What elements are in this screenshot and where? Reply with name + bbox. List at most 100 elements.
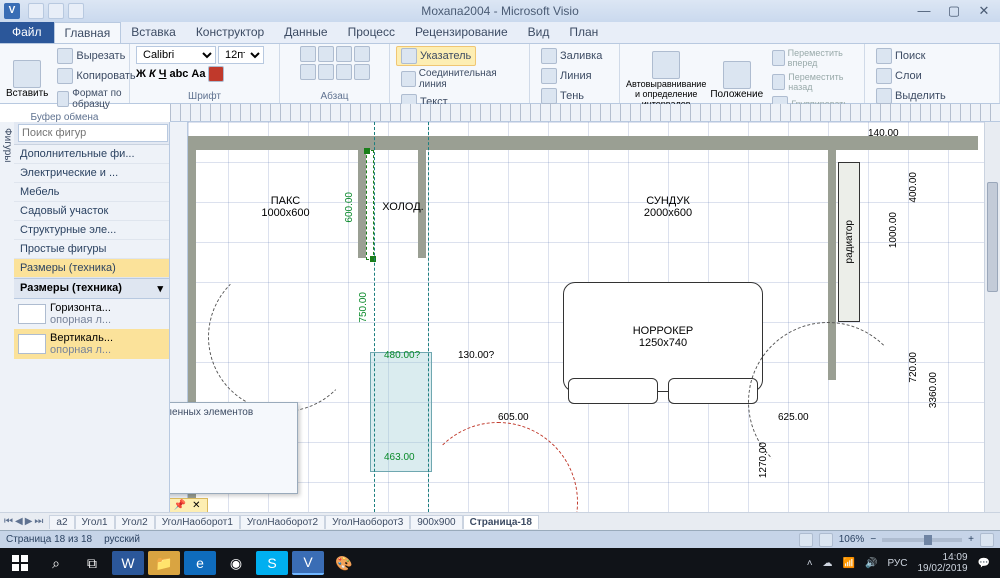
send-back-button[interactable]: Переместить назад [767, 70, 858, 94]
taskbar-visio-icon[interactable]: V [292, 551, 324, 575]
language-indicator[interactable]: русский [104, 534, 140, 545]
drawing-canvas[interactable]: ПАКС1000x600 ХОЛОД. СУНДУК2000x600 НОРРО… [188, 122, 984, 512]
stencil-category[interactable]: Электрические и ... [14, 164, 169, 183]
tray-language[interactable]: РУС [887, 558, 907, 569]
valign-mid-icon[interactable] [318, 64, 334, 80]
zoom-value[interactable]: 106% [839, 534, 865, 545]
align-center-icon[interactable] [318, 46, 334, 62]
furniture-chair-1[interactable] [568, 378, 658, 404]
font-size-select[interactable]: 12пт [218, 46, 264, 64]
valign-bot-icon[interactable] [336, 64, 352, 80]
chevron-down-icon[interactable]: ▾ [157, 282, 163, 295]
pointer-tool-button[interactable]: Указатель [396, 46, 476, 66]
taskbar-paint-icon[interactable]: 🎨 [328, 551, 360, 575]
furniture-radiator[interactable]: радиатор [838, 162, 860, 322]
paste-button[interactable]: Вставить [6, 88, 48, 99]
fill-button[interactable]: Заливка [536, 46, 607, 66]
fit-page-icon[interactable] [980, 533, 994, 547]
file-tab[interactable]: Файл [0, 22, 54, 43]
scrollbar-thumb[interactable] [987, 182, 998, 292]
align-right-icon[interactable] [336, 46, 352, 62]
view-fullscreen-icon[interactable] [819, 533, 833, 547]
tray-onedrive-icon[interactable]: ☁ [823, 558, 833, 569]
line-button[interactable]: Линия [536, 66, 597, 86]
valign-top-icon[interactable] [300, 64, 316, 80]
zoom-slider[interactable] [882, 538, 962, 542]
tray-network-icon[interactable]: 📶 [843, 558, 855, 569]
sheet-tab[interactable]: 900x900 [410, 515, 462, 529]
bring-front-button[interactable]: Переместить вперед [767, 46, 858, 70]
task-view-icon[interactable]: ⧉ [76, 551, 108, 575]
find-button[interactable]: Поиск [871, 46, 930, 66]
tab-view[interactable]: Вид [518, 22, 560, 43]
rotate-text-icon[interactable] [354, 64, 370, 80]
pin-icon[interactable]: 📌 [174, 500, 186, 511]
bold-button[interactable]: Ж [136, 68, 146, 80]
tab-insert[interactable]: Вставка [121, 22, 186, 43]
tab-plan[interactable]: План [559, 22, 608, 43]
position-button[interactable]: Положение [710, 89, 763, 100]
taskbar-chrome-icon[interactable]: ◉ [220, 551, 252, 575]
stencil-category[interactable]: Структурные эле... [14, 221, 169, 240]
undo-icon[interactable] [48, 3, 64, 19]
sheet-tab[interactable]: a2 [49, 515, 74, 529]
sheet-tab[interactable]: Угол2 [115, 515, 155, 529]
tab-review[interactable]: Рецензирование [405, 22, 518, 43]
tab-process[interactable]: Процесс [338, 22, 405, 43]
size-position-window[interactable]: Нет выделенных элементов [170, 402, 298, 494]
furniture-chair-2[interactable] [668, 378, 758, 404]
stencil-category[interactable]: Садовый участок [14, 202, 169, 221]
align-left-icon[interactable] [300, 46, 316, 62]
stencil-item[interactable]: Горизонта...опорная л... [14, 299, 169, 329]
tab-data[interactable]: Данные [274, 22, 337, 43]
tray-chevron-up-icon[interactable]: ˄ [807, 558, 813, 569]
font-name-select[interactable]: Calibri [136, 46, 216, 64]
close-float-icon[interactable]: ✕ [192, 500, 200, 511]
tray-volume-icon[interactable]: 🔊 [865, 558, 877, 569]
format-painter-button[interactable]: Формат по образцу [52, 86, 140, 112]
taskbar-edge-icon[interactable]: e [184, 551, 216, 575]
stencil-category[interactable]: Простые фигуры [14, 240, 169, 259]
sheet-tab[interactable]: УголНаоборот1 [155, 515, 240, 529]
sheet-tab[interactable]: Угол1 [75, 515, 115, 529]
zoom-in-button[interactable]: + [968, 534, 974, 545]
furniture-norroker[interactable]: НОРРОКЕР1250x740 [563, 282, 763, 392]
font-color-icon[interactable] [208, 66, 224, 82]
stencil-category[interactable]: Дополнительные фи... [14, 145, 169, 164]
sheet-nav-first[interactable]: ⏮ [4, 516, 13, 527]
room-paks[interactable]: ПАКС1000x600 [218, 162, 353, 252]
underline-button[interactable]: Ч [159, 68, 167, 80]
copy-button[interactable]: Копировать [52, 66, 140, 86]
view-normal-icon[interactable] [799, 533, 813, 547]
redo-icon[interactable] [68, 3, 84, 19]
stencil-item-selected[interactable]: Вертикаль...опорная л... [14, 329, 169, 359]
close-button[interactable]: ✕ [972, 3, 996, 19]
taskbar-skype-icon[interactable]: S [256, 551, 288, 575]
shape-search-input[interactable] [18, 124, 168, 142]
italic-button[interactable]: К [149, 68, 156, 80]
stencil-category[interactable]: Мебель [14, 183, 169, 202]
tab-design[interactable]: Конструктор [186, 22, 274, 43]
sheet-tab[interactable]: УголНаоборот3 [325, 515, 410, 529]
layers-button[interactable]: Слои [871, 66, 927, 86]
search-icon[interactable]: ⌕ [40, 551, 72, 575]
sheet-tab-active[interactable]: Страница-18 [463, 515, 539, 529]
tray-clock[interactable]: 14:0919/02/2019 [917, 552, 967, 574]
minimize-button[interactable]: — [912, 3, 936, 19]
sheet-nav-prev[interactable]: ◀ [15, 516, 23, 527]
paste-icon[interactable] [13, 60, 41, 88]
position-icon[interactable] [723, 61, 751, 89]
room-holod[interactable]: ХОЛОД. [373, 162, 433, 252]
room-sunduk[interactable]: СУНДУК2000x600 [518, 162, 818, 252]
autoalign-icon[interactable] [652, 51, 680, 79]
taskbar-explorer-icon[interactable]: 📁 [148, 551, 180, 575]
cut-button[interactable]: Вырезать [52, 46, 140, 66]
zoom-out-button[interactable]: − [870, 534, 876, 545]
text-case-button[interactable]: Aa [191, 68, 205, 80]
tab-home[interactable]: Главная [54, 22, 122, 43]
shapes-tab[interactable]: Фигуры [2, 128, 13, 162]
tray-notifications-icon[interactable]: 💬 [978, 558, 990, 569]
stencil-category-selected[interactable]: Размеры (техника) [14, 259, 169, 278]
align-justify-icon[interactable] [354, 46, 370, 62]
vertical-scrollbar[interactable] [984, 122, 1000, 512]
